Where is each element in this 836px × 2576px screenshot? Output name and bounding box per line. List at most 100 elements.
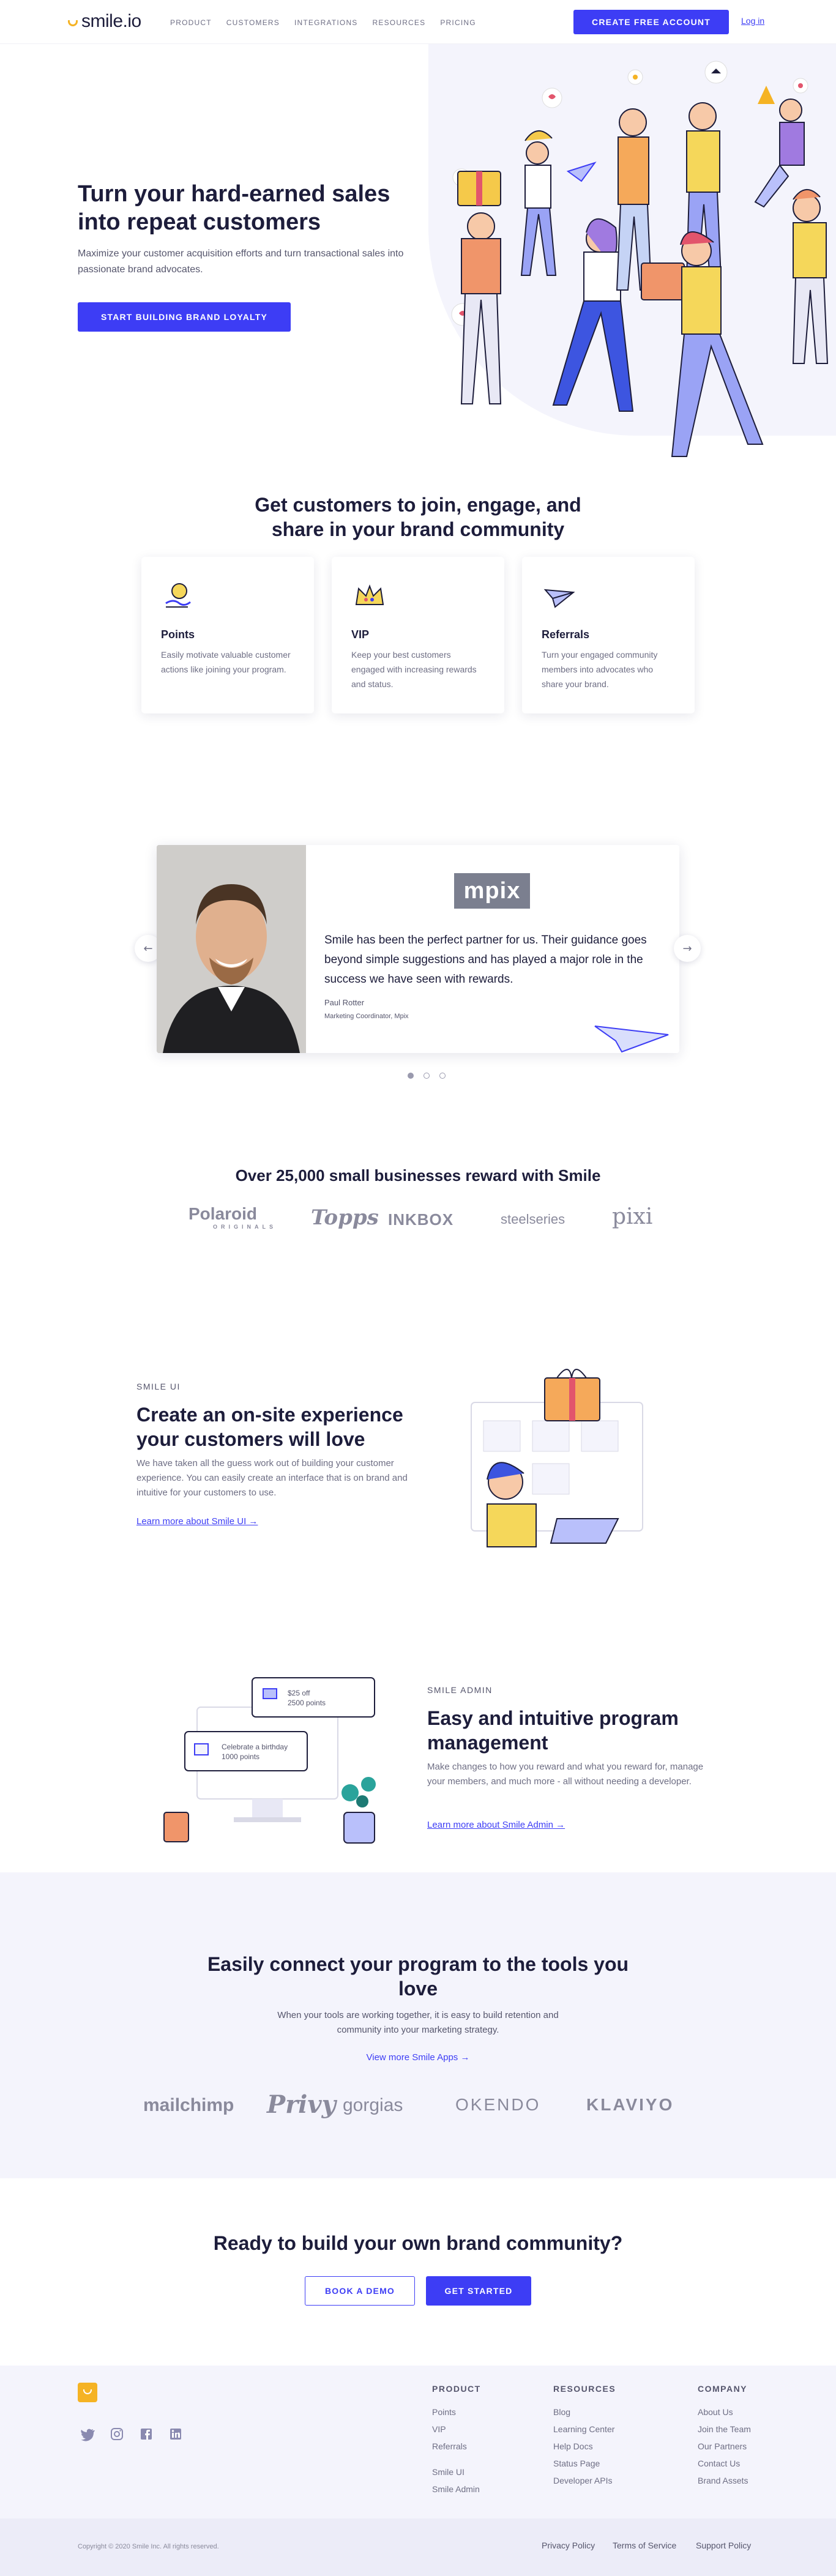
mailchimp-logo: mailchimp bbox=[143, 2095, 234, 2115]
features-title: Get customers to join, engage, and share… bbox=[255, 494, 581, 540]
footer-link-blog[interactable]: Blog bbox=[553, 2403, 616, 2421]
polaroid-tagline: ORIGINALS bbox=[213, 1224, 277, 1230]
inkbox-logo: INKBOX bbox=[388, 1210, 454, 1229]
carousel-dot[interactable] bbox=[408, 1073, 414, 1079]
feature-title: Referrals bbox=[542, 628, 590, 641]
smile-admin-illustration bbox=[163, 1677, 376, 1844]
crown-icon bbox=[355, 584, 384, 605]
integrations-link-wrap: View more Smile Apps → bbox=[0, 2052, 836, 2063]
footer-link-about-us[interactable]: About Us bbox=[698, 2403, 751, 2421]
smile-logo[interactable]: smile.io bbox=[68, 11, 141, 32]
testimonial-card: mpix Smile has been the perfect partner … bbox=[157, 845, 679, 1053]
privy-logo: Privy bbox=[267, 2090, 336, 2119]
start-building-button[interactable]: START BUILDING BRAND LOYALTY bbox=[78, 302, 291, 332]
smile-admin-desc: Make changes to how you reward and what … bbox=[427, 1762, 704, 1787]
reward-card-title: $25 off bbox=[288, 1689, 310, 1697]
smile-ui-title: Create an on-site experience your custom… bbox=[136, 1404, 403, 1450]
privacy-policy-link[interactable]: Privacy Policy bbox=[542, 2541, 595, 2550]
nav-link-integrations[interactable]: INTEGRATIONS bbox=[294, 18, 358, 27]
hero-subtitle: Maximize your customer acquisition effor… bbox=[78, 248, 404, 275]
footer-link-status-page[interactable]: Status Page bbox=[553, 2455, 616, 2472]
footer-col-title: COMPANY bbox=[698, 2384, 748, 2394]
carousel-dots bbox=[408, 1073, 446, 1079]
testimonial-role: Marketing Coordinator, Mpix bbox=[324, 1013, 409, 1020]
smile-logo-icon bbox=[68, 20, 78, 26]
paper-plane-icon bbox=[594, 1026, 669, 1053]
footer-link-vip[interactable]: VIP bbox=[432, 2421, 481, 2438]
mpix-logo: mpix bbox=[454, 873, 530, 909]
celebrating-people-illustration bbox=[451, 61, 829, 457]
footer-link-partners[interactable]: Our Partners bbox=[698, 2438, 751, 2455]
feature-card-referrals: Referrals Turn your engaged community me… bbox=[522, 557, 695, 713]
instagram-icon[interactable] bbox=[110, 2427, 124, 2441]
footer-col-title: PRODUCT bbox=[432, 2384, 481, 2394]
feature-card-vip: VIP Keep your best customers engaged wit… bbox=[332, 557, 504, 713]
linkedin-icon[interactable] bbox=[168, 2427, 183, 2441]
nav-links: PRODUCT CUSTOMERS INTEGRATIONS RESOURCES… bbox=[170, 18, 476, 27]
footer-link-contact[interactable]: Contact Us bbox=[698, 2455, 751, 2472]
feature-card-points: Points Easily motivate valuable customer… bbox=[141, 557, 314, 713]
footer-link-brand-assets[interactable]: Brand Assets bbox=[698, 2472, 751, 2489]
login-link[interactable]: Log in bbox=[741, 16, 764, 26]
testimonial-quote: Smile has been the perfect partner for u… bbox=[324, 934, 647, 986]
logo-text: smile.io bbox=[81, 11, 141, 31]
footer-resources-column: RESOURCES Blog Learning Center Help Docs… bbox=[553, 2384, 616, 2489]
footer-link-join-team[interactable]: Join the Team bbox=[698, 2421, 751, 2438]
reward-card-points: 2500 points bbox=[288, 1699, 326, 1707]
testimonial-photo bbox=[157, 845, 306, 1053]
nav-link-product[interactable]: PRODUCT bbox=[170, 18, 212, 27]
footer-company-column: COMPANY About Us Join the Team Our Partn… bbox=[698, 2384, 751, 2489]
feature-title: VIP bbox=[351, 628, 370, 641]
smile-admin-title: Easy and intuitive program management bbox=[427, 1707, 679, 1754]
book-demo-button[interactable]: BOOK A DEMO bbox=[305, 2276, 415, 2306]
footer-logo[interactable] bbox=[78, 2383, 97, 2402]
footer-product-column: PRODUCT Points VIP Referrals Smile UI Sm… bbox=[432, 2384, 481, 2498]
birthday-card-points: 1000 points bbox=[222, 1752, 260, 1761]
carousel-dot[interactable] bbox=[424, 1073, 430, 1079]
smile-ui-link[interactable]: Learn more about Smile UI → bbox=[136, 1516, 258, 1527]
feature-desc: Turn your engaged community members into… bbox=[542, 650, 658, 689]
nav-link-pricing[interactable]: PRICING bbox=[440, 18, 476, 27]
topps-logo: Topps bbox=[311, 1205, 379, 1230]
copyright-text: Copyright © 2020 Smile Inc. All rights r… bbox=[78, 2543, 219, 2550]
top-nav: smile.io PRODUCT CUSTOMERS INTEGRATIONS … bbox=[0, 0, 836, 44]
footer-link-smile-admin[interactable]: Smile Admin bbox=[432, 2481, 481, 2498]
view-apps-link[interactable]: View more Smile Apps → bbox=[367, 2052, 470, 2063]
birthday-card-title: Celebrate a birthday bbox=[222, 1743, 288, 1751]
smile-admin-link[interactable]: Learn more about Smile Admin → bbox=[427, 1820, 565, 1830]
footer-link-learning-center[interactable]: Learning Center bbox=[553, 2421, 616, 2438]
facebook-icon[interactable] bbox=[139, 2427, 154, 2441]
smile-ui-illustration bbox=[471, 1369, 643, 1547]
feature-desc: Easily motivate valuable customer action… bbox=[161, 650, 291, 674]
paper-plane-icon bbox=[543, 589, 575, 608]
integrations-title: Easily connect your program to the tools… bbox=[207, 1953, 629, 2000]
hero-illustration bbox=[451, 61, 829, 457]
nav-link-customers[interactable]: CUSTOMERS bbox=[226, 18, 280, 27]
brands-title: Over 25,000 small businesses reward with… bbox=[235, 1166, 601, 1185]
support-policy-link[interactable]: Support Policy bbox=[696, 2541, 751, 2550]
footer-link-points[interactable]: Points bbox=[432, 2403, 481, 2421]
polaroid-wordmark: Polaroid bbox=[188, 1204, 258, 1223]
twitter-icon[interactable] bbox=[80, 2427, 95, 2441]
smile-logo-icon bbox=[83, 2389, 92, 2394]
footer-link-help-docs[interactable]: Help Docs bbox=[553, 2438, 616, 2455]
create-account-button[interactable]: CREATE FREE ACCOUNT bbox=[573, 10, 729, 34]
terms-link[interactable]: Terms of Service bbox=[613, 2541, 676, 2550]
carousel-dot[interactable] bbox=[439, 1073, 446, 1079]
footer-col-title: RESOURCES bbox=[553, 2384, 616, 2394]
klaviyo-logo: KLAVIYO bbox=[586, 2095, 674, 2114]
footer-link-smile-ui[interactable]: Smile UI bbox=[432, 2463, 481, 2481]
testimonial-name: Paul Rotter bbox=[324, 998, 365, 1007]
pixi-logo: pixi bbox=[612, 1204, 653, 1229]
arrow-right-icon[interactable]: → bbox=[674, 935, 701, 962]
smile-ui-desc: We have taken all the guess work out of … bbox=[136, 1458, 408, 1498]
get-started-button[interactable]: GET STARTED bbox=[426, 2276, 531, 2306]
nav-link-resources[interactable]: RESOURCES bbox=[373, 18, 426, 27]
feature-title: Points bbox=[161, 628, 195, 641]
polaroid-logo: Polaroid ORIGINALS bbox=[188, 1204, 277, 1230]
smile-ui-eyebrow: SMILE UI bbox=[136, 1382, 181, 1391]
footer-link-referrals[interactable]: Referrals bbox=[432, 2438, 481, 2455]
steelseries-logo: steelseries bbox=[501, 1212, 565, 1227]
footer-link-developer-apis[interactable]: Developer APIs bbox=[553, 2472, 616, 2489]
feature-desc: Keep your best customers engaged with in… bbox=[351, 650, 477, 689]
